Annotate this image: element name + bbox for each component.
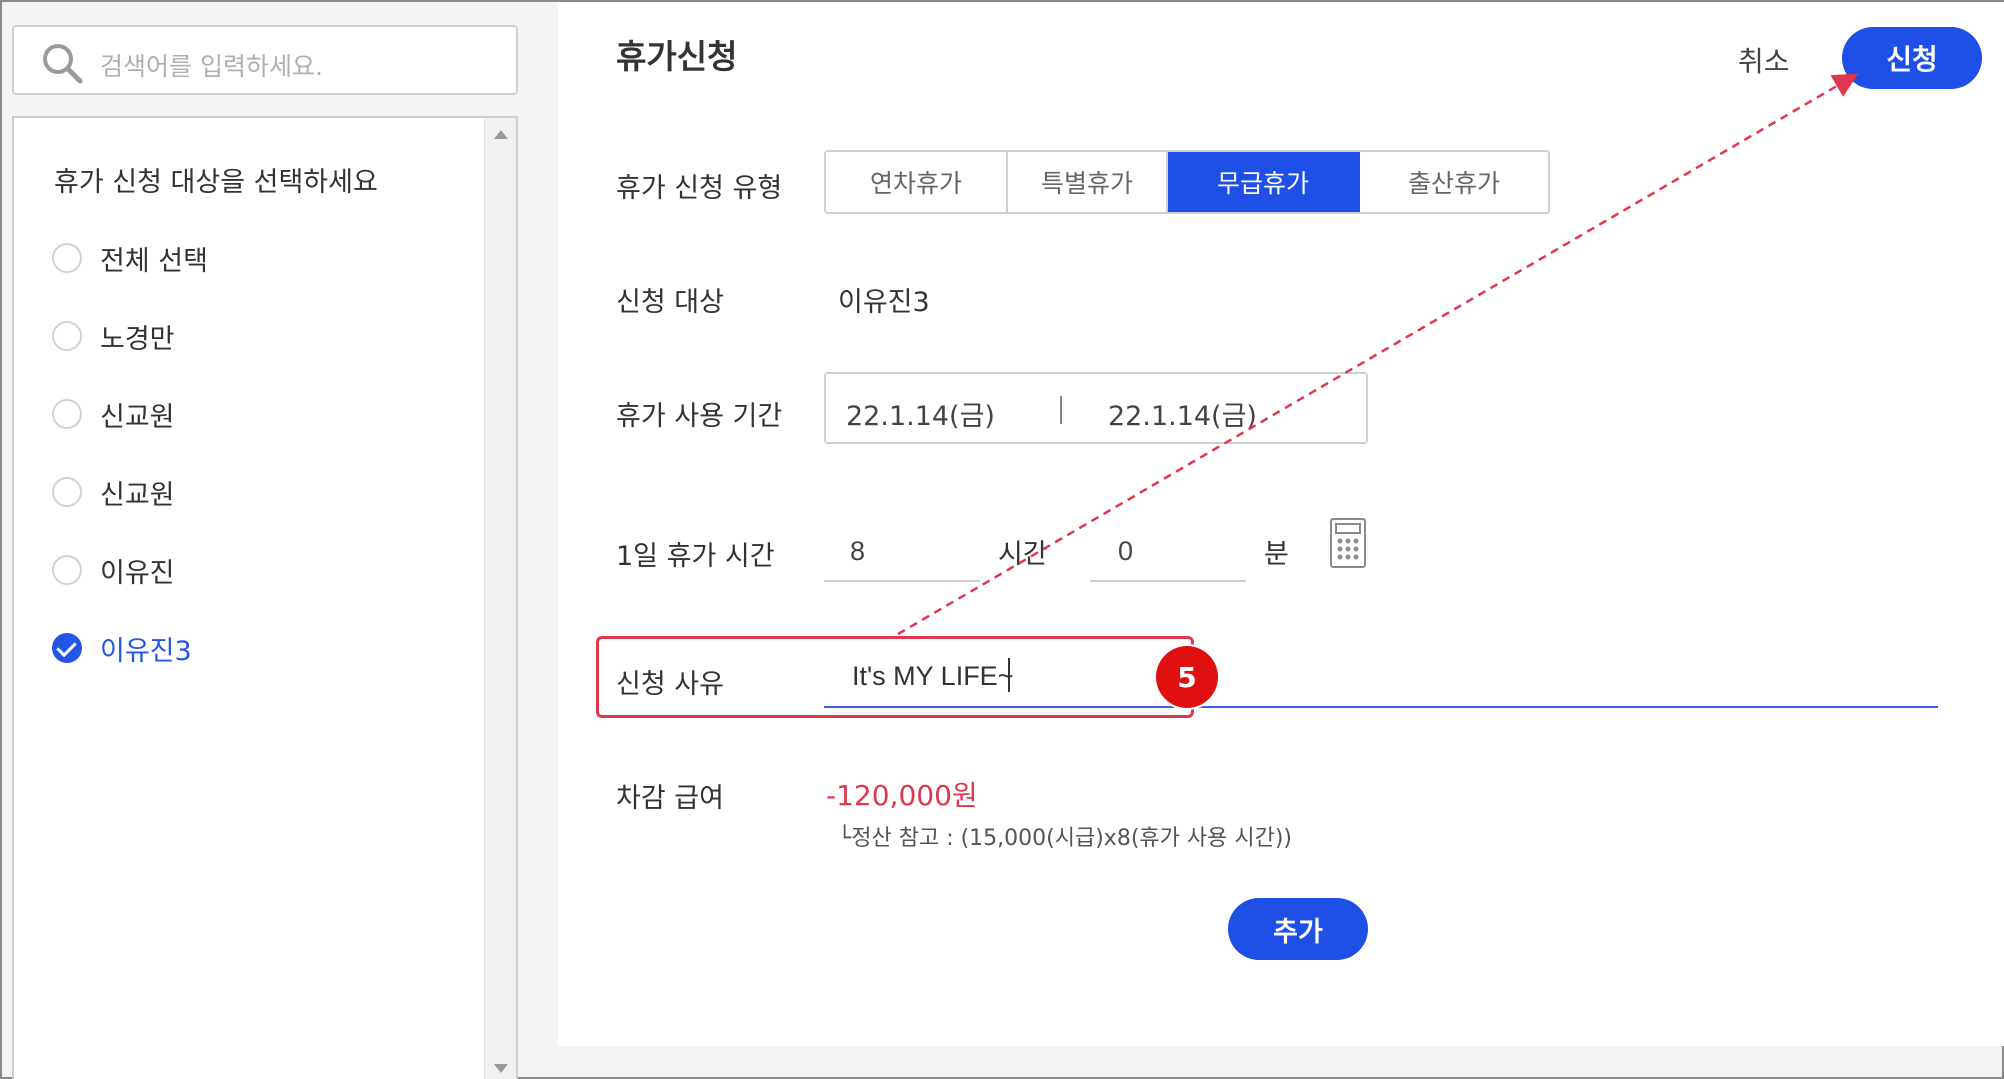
hours-unit-label: 시간: [998, 539, 1048, 570]
leave-type-label: 휴가 신청 유형: [616, 173, 783, 204]
end-date-field[interactable]: 22.1.14(금): [1108, 394, 1257, 433]
search-input[interactable]: 검색어를 입력하세요.: [100, 47, 323, 83]
daily-hours-label: 1일 휴가 시간: [616, 541, 775, 572]
list-item-selected[interactable]: 이유진3: [52, 628, 192, 668]
hours-input[interactable]: [824, 522, 980, 582]
list-item-label: 전체 선택: [100, 245, 208, 277]
annotation-highlight-box: [596, 636, 1194, 718]
list-item-label: 이유진: [100, 557, 175, 589]
add-button[interactable]: 추가: [1228, 898, 1368, 960]
minutes-unit-label: 분: [1264, 539, 1289, 570]
radio-icon[interactable]: [52, 477, 82, 507]
target-value: 이유진3: [838, 287, 930, 318]
date-separator: [1060, 396, 1062, 424]
list-item[interactable]: 신교원: [52, 472, 175, 512]
list-title: 휴가 신청 대상을 선택하세요: [54, 167, 378, 198]
leave-request-panel: 휴가신청 취소 신청 휴가 신청 유형 연차휴가 특별휴가 무급휴가 출산휴가 …: [558, 2, 2004, 1046]
target-label: 신청 대상: [616, 287, 724, 318]
deduction-label: 차감 급여: [616, 783, 724, 814]
radio-icon[interactable]: [52, 321, 82, 351]
list-item-select-all[interactable]: 전체 선택: [52, 238, 208, 278]
search-box[interactable]: 검색어를 입력하세요.: [12, 25, 518, 95]
employee-list-panel: 휴가 신청 대상을 선택하세요 전체 선택 노경만 신교원 신교원 이유진 이유…: [12, 116, 518, 1079]
page-title: 휴가신청: [616, 37, 738, 76]
scroll-down-arrow-icon[interactable]: [494, 1064, 508, 1073]
cancel-button[interactable]: 취소: [1738, 40, 1790, 80]
search-icon: [43, 44, 83, 84]
minutes-input[interactable]: [1090, 522, 1246, 582]
radio-icon[interactable]: [52, 555, 82, 585]
tab-annual-leave[interactable]: 연차휴가: [826, 152, 1008, 212]
list-item[interactable]: 이유진: [52, 550, 175, 590]
list-item-label: 신교원: [100, 479, 175, 511]
tab-special-leave[interactable]: 특별휴가: [1008, 152, 1168, 212]
submit-button[interactable]: 신청: [1842, 27, 1982, 89]
list-item[interactable]: 노경만: [52, 316, 175, 356]
leave-type-segmented-control: 연차휴가 특별휴가 무급휴가 출산휴가: [824, 150, 1550, 214]
calculator-icon[interactable]: [1330, 518, 1366, 568]
deduction-note: └정산 참고 : (15,000(시급)x8(휴가 사용 시간)): [838, 826, 1292, 851]
list-item[interactable]: 신교원: [52, 394, 175, 434]
scrollbar[interactable]: [484, 118, 516, 1079]
list-item-label: 신교원: [100, 401, 175, 433]
radio-icon[interactable]: [52, 399, 82, 429]
radio-icon[interactable]: [52, 243, 82, 273]
checked-radio-icon[interactable]: [52, 633, 82, 663]
tab-unpaid-leave[interactable]: 무급휴가: [1168, 152, 1360, 212]
date-range-picker[interactable]: 22.1.14(금) 22.1.14(금): [824, 372, 1368, 444]
app-window: 검색어를 입력하세요. 휴가 신청 대상을 선택하세요 전체 선택 노경만 신교…: [0, 0, 2004, 1079]
tab-maternity-leave[interactable]: 출산휴가: [1360, 152, 1548, 212]
list-item-label: 노경만: [100, 323, 175, 355]
scroll-up-arrow-icon[interactable]: [494, 130, 508, 139]
start-date-field[interactable]: 22.1.14(금): [846, 394, 995, 433]
period-label: 휴가 사용 기간: [616, 401, 783, 432]
list-item-label: 이유진3: [100, 635, 192, 667]
deduction-amount: -120,000원: [826, 779, 978, 812]
step-number-badge: 5: [1156, 646, 1218, 708]
